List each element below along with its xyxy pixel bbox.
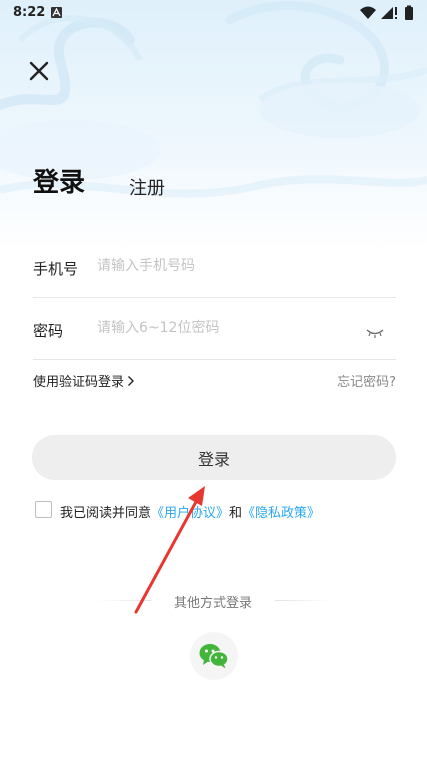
password-visibility-toggle[interactable] xyxy=(366,323,384,338)
close-button[interactable] xyxy=(22,54,56,88)
other-login-divider: 其他方式登录 xyxy=(96,591,330,611)
close-icon xyxy=(29,61,49,81)
wechat-login-button[interactable] xyxy=(190,632,238,680)
status-icons xyxy=(359,4,419,22)
chevron-right-icon xyxy=(128,376,135,386)
agreement-prefix: 我已阅读并同意 xyxy=(60,506,152,521)
password-field-row: 密码 xyxy=(33,298,396,360)
tab-login[interactable]: 登录 xyxy=(33,162,85,199)
notification-a-icon xyxy=(51,7,62,18)
sms-login-link[interactable]: 使用验证码登录 xyxy=(33,371,135,390)
phone-input[interactable] xyxy=(97,251,357,281)
eye-closed-icon xyxy=(366,329,384,338)
agreement-checkbox[interactable] xyxy=(35,501,52,518)
cloud-pattern xyxy=(0,1,427,198)
battery-icon xyxy=(405,5,413,20)
sms-login-label: 使用验证码登录 xyxy=(33,375,125,390)
password-label: 密码 xyxy=(33,322,64,340)
login-button[interactable]: 登录 xyxy=(32,435,396,480)
divider-line-right xyxy=(275,600,330,601)
agreement-text: 我已阅读并同意《用户协议》和《隐私政策》 xyxy=(60,502,320,521)
agreement-and: 和 xyxy=(229,506,243,521)
wechat-icon xyxy=(199,644,229,669)
status-time: 8:22 xyxy=(13,5,46,20)
auth-tabs: 登录 注册 xyxy=(33,162,333,202)
phone-field-row: 手机号 xyxy=(33,236,396,298)
signal-icon xyxy=(381,7,397,19)
status-bar: 8:22 xyxy=(0,0,427,26)
forgot-password-link[interactable]: 忘记密码? xyxy=(337,371,396,390)
header-background xyxy=(0,0,427,250)
password-input[interactable] xyxy=(97,313,357,343)
privacy-policy-link[interactable]: 《隐私政策》 xyxy=(242,506,320,521)
other-login-label: 其他方式登录 xyxy=(173,596,252,611)
phone-label: 手机号 xyxy=(33,260,79,278)
wifi-icon xyxy=(360,6,376,19)
tab-register[interactable]: 注册 xyxy=(129,174,165,200)
user-agreement-link[interactable]: 《用户协议》 xyxy=(151,506,229,521)
agreement-row: 我已阅读并同意《用户协议》和《隐私政策》 xyxy=(35,500,415,521)
